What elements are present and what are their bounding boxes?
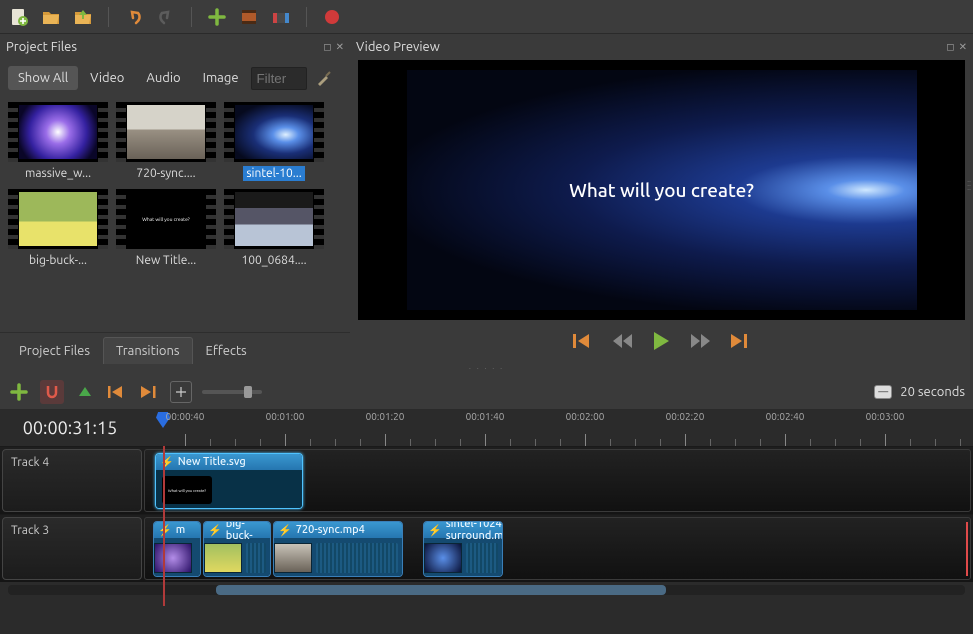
snap-icon[interactable] bbox=[40, 380, 64, 404]
project-item-label: 100_0684.... bbox=[238, 253, 309, 268]
clip-title: sintel-1024-surround.mp4 bbox=[446, 521, 503, 542]
preview-overlay-text: What will you create? bbox=[569, 179, 754, 201]
project-thumbnails: massive_w... 720-sync.... sintel-10... big-… bbox=[0, 96, 350, 332]
project-item[interactable]: What will you create?New Title... bbox=[116, 189, 216, 268]
clip-effects-icon: ⚡ bbox=[160, 456, 174, 469]
timeline: 00:00:31:15 00:00:4000:01:0000:01:2000:0… bbox=[0, 410, 973, 634]
project-item-label: massive_w... bbox=[22, 166, 94, 181]
fast-forward-icon[interactable] bbox=[691, 334, 711, 351]
undo-icon[interactable] bbox=[123, 6, 145, 28]
track-row: Track 3⚡m⚡big-buck-⚡720-sync.mp4⚡sintel-… bbox=[0, 514, 973, 582]
timeline-clip[interactable]: ⚡New Title.svgWhat will you create? bbox=[155, 453, 303, 509]
project-item-label: 720-sync.... bbox=[133, 166, 198, 181]
timeline-clip[interactable]: ⚡ 720-sync.mp4 bbox=[273, 521, 403, 577]
ruler-label: 00:02:00 bbox=[566, 411, 605, 422]
title-editor-icon[interactable] bbox=[238, 6, 260, 28]
transport-controls bbox=[350, 320, 973, 364]
timeline-clip[interactable]: ⚡ sintel-1024-surround.mp4 bbox=[423, 521, 503, 577]
timeline-ruler[interactable]: 00:00:40 00:01:00 00:01:20 00:01:40 00:02:00… bbox=[140, 410, 973, 446]
filter-show-all[interactable]: Show All bbox=[8, 66, 78, 90]
track-header[interactable]: Track 4 bbox=[2, 449, 142, 512]
clip-title: m bbox=[176, 524, 186, 536]
filter-input[interactable] bbox=[251, 67, 307, 90]
center-playhead-icon[interactable] bbox=[170, 381, 192, 403]
play-icon[interactable] bbox=[653, 331, 671, 354]
zoom-knob[interactable] bbox=[244, 386, 252, 398]
ruler-label: 00:03:00 bbox=[866, 411, 905, 422]
next-marker-icon[interactable] bbox=[138, 381, 160, 403]
clip-title: big-buck- bbox=[226, 521, 266, 542]
preview-viewport[interactable]: What will you create? bbox=[358, 60, 965, 320]
save-file-icon[interactable] bbox=[72, 6, 94, 28]
rewind-icon[interactable] bbox=[613, 334, 633, 351]
filter-image[interactable]: Image bbox=[193, 66, 249, 90]
main-toolbar bbox=[0, 0, 973, 34]
close-panel-icon[interactable]: ✕ bbox=[959, 41, 967, 53]
clip-effects-icon: ⚡ bbox=[208, 524, 222, 537]
project-item-label: sintel-10... bbox=[243, 166, 304, 181]
clip-title: New Title.svg bbox=[178, 456, 246, 468]
timeline-clip[interactable]: ⚡ big-buck- bbox=[203, 521, 271, 577]
clip-effects-icon: ⚡ bbox=[278, 524, 292, 537]
ruler-label: 00:00:40 bbox=[166, 411, 205, 422]
timecode-display: 00:00:31:15 bbox=[0, 410, 140, 446]
zoom-scale-icon[interactable]: — bbox=[874, 385, 892, 399]
project-filter-bar: Show All Video Audio Image bbox=[0, 60, 350, 96]
project-files-title: Project Files bbox=[6, 40, 77, 54]
tab-project-files[interactable]: Project Files bbox=[6, 337, 103, 364]
timeline-clip[interactable]: ⚡m bbox=[153, 521, 201, 577]
project-item[interactable]: 100_0684.... bbox=[224, 189, 324, 268]
add-icon[interactable] bbox=[206, 6, 228, 28]
jump-start-icon[interactable] bbox=[573, 333, 593, 352]
project-item-label: big-buck-... bbox=[26, 253, 90, 268]
clip-effects-icon: ⚡ bbox=[428, 524, 442, 537]
track-row: Track 4⚡New Title.svgWhat will you creat… bbox=[0, 446, 973, 514]
jump-end-icon[interactable] bbox=[731, 333, 751, 352]
ruler-label: 00:02:40 bbox=[766, 411, 805, 422]
ruler-label: 00:01:00 bbox=[266, 411, 305, 422]
track-body[interactable]: ⚡New Title.svgWhat will you create? bbox=[144, 449, 971, 512]
vertical-resize-handle[interactable]: · · · · · bbox=[0, 364, 973, 374]
timeline-toolbar: — 20 seconds bbox=[0, 374, 973, 410]
zoom-slider[interactable] bbox=[202, 390, 262, 394]
marker-icon[interactable] bbox=[74, 381, 96, 403]
record-icon[interactable] bbox=[321, 6, 343, 28]
filter-audio[interactable]: Audio bbox=[136, 66, 190, 90]
preview-title: Video Preview bbox=[356, 40, 440, 54]
ruler-label: 00:01:40 bbox=[466, 411, 505, 422]
open-file-icon[interactable] bbox=[40, 6, 62, 28]
add-track-icon[interactable] bbox=[8, 381, 30, 403]
project-item[interactable]: 720-sync.... bbox=[116, 102, 216, 181]
filter-video[interactable]: Video bbox=[80, 66, 134, 90]
panel-resize-handle[interactable]: ······ bbox=[967, 180, 971, 192]
detach-icon[interactable]: ◻ bbox=[946, 41, 954, 53]
ruler-label: 00:02:20 bbox=[666, 411, 705, 422]
redo-icon[interactable] bbox=[155, 6, 177, 28]
clip-effects-icon: ⚡ bbox=[158, 524, 172, 537]
ruler-label: 00:01:20 bbox=[366, 411, 405, 422]
timeline-hscroll[interactable] bbox=[8, 585, 965, 595]
video-preview-panel: Video Preview ◻ ✕ What will you create? bbox=[350, 34, 973, 364]
project-item[interactable]: big-buck-... bbox=[8, 189, 108, 268]
tab-transitions[interactable]: Transitions bbox=[103, 337, 193, 364]
track-header[interactable]: Track 3 bbox=[2, 517, 142, 580]
prev-marker-icon[interactable] bbox=[106, 381, 128, 403]
new-file-icon[interactable] bbox=[8, 6, 30, 28]
project-item[interactable]: sintel-10... bbox=[224, 102, 324, 181]
export-icon[interactable] bbox=[270, 6, 292, 28]
zoom-label: 20 seconds bbox=[900, 385, 965, 399]
project-files-panel: Project Files ◻ ✕ Show All Video Audio Im… bbox=[0, 34, 350, 364]
clear-filter-icon[interactable] bbox=[315, 67, 337, 89]
hscroll-thumb[interactable] bbox=[216, 585, 666, 595]
tab-effects[interactable]: Effects bbox=[193, 337, 260, 364]
track-body[interactable]: ⚡m⚡big-buck-⚡720-sync.mp4⚡sintel-1024-su… bbox=[144, 517, 971, 580]
close-panel-icon[interactable]: ✕ bbox=[336, 41, 344, 53]
project-item[interactable]: massive_w... bbox=[8, 102, 108, 181]
project-item-label: New Title... bbox=[133, 253, 199, 268]
detach-icon[interactable]: ◻ bbox=[323, 41, 331, 53]
clip-title: 720-sync.mp4 bbox=[296, 524, 365, 536]
